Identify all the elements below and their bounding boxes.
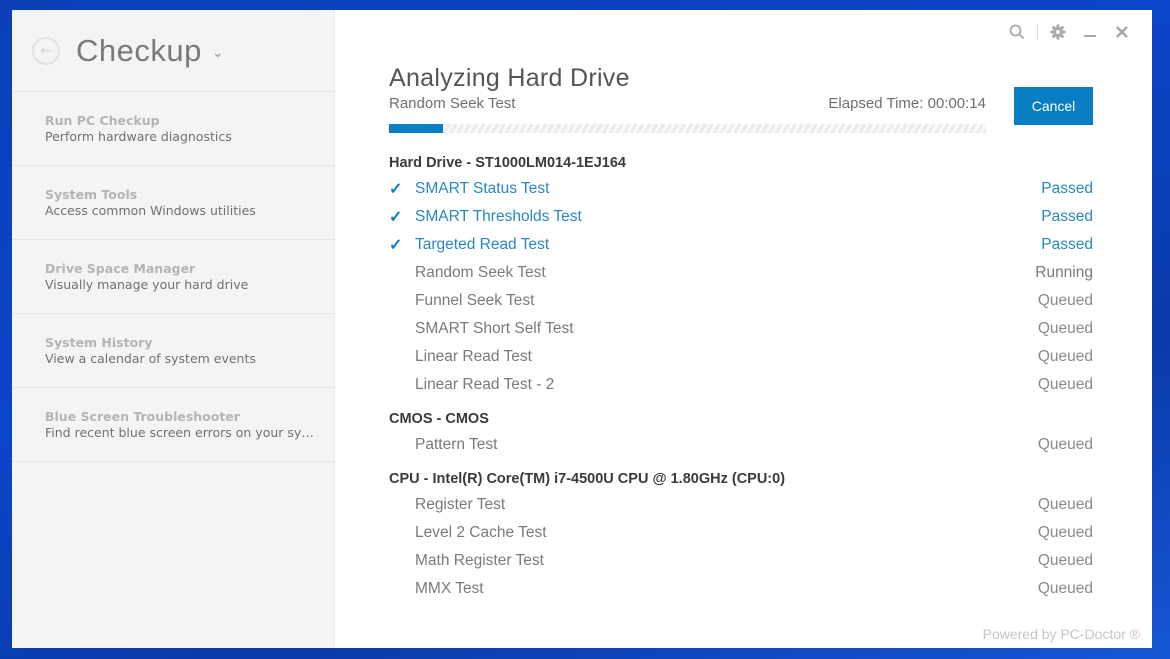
close-button[interactable] bbox=[1106, 20, 1138, 44]
main-panel: Analyzing Hard Drive Random Seek Test El… bbox=[335, 10, 1152, 648]
sidebar-item-title: Blue Screen Troubleshooter bbox=[45, 409, 240, 424]
settings-button[interactable] bbox=[1042, 20, 1074, 44]
group-title: CPU - Intel(R) Core(TM) i7-4500U CPU @ 1… bbox=[389, 471, 786, 487]
test-status: Passed bbox=[1041, 208, 1093, 225]
test-status: Passed bbox=[1041, 180, 1093, 197]
app-window: ← Checkup ⌄ Run PC Checkup Perform hardw… bbox=[12, 10, 1152, 648]
close-icon bbox=[1116, 26, 1128, 38]
window-controls bbox=[1001, 20, 1138, 44]
test-name: Level 2 Cache Test bbox=[415, 524, 547, 541]
test-row: ✓ Targeted Read Test Passed bbox=[389, 231, 1093, 259]
sidebar-header: ← Checkup ⌄ bbox=[12, 10, 334, 92]
test-groups: Hard Drive - ST1000LM014-1EJ164 ✓ SMART St… bbox=[389, 155, 1093, 603]
test-name: Random Seek Test bbox=[415, 264, 546, 281]
sidebar: ← Checkup ⌄ Run PC Checkup Perform hardw… bbox=[12, 10, 335, 648]
sidebar-item-blue-screen-troubleshooter[interactable]: Blue Screen Troubleshooter Find recent b… bbox=[12, 388, 334, 462]
test-status: Queued bbox=[1037, 524, 1093, 541]
test-name: Linear Read Test bbox=[415, 348, 532, 365]
cancel-button[interactable]: Cancel bbox=[1014, 87, 1093, 125]
sidebar-item-title: Drive Space Manager bbox=[45, 261, 196, 276]
test-status: Queued bbox=[1037, 292, 1093, 309]
test-status: Queued bbox=[1037, 580, 1093, 597]
chevron-down-icon[interactable]: ⌄ bbox=[212, 45, 224, 61]
powered-by: Powered by PC-Doctor ® bbox=[982, 626, 1140, 642]
elapsed-time: Elapsed Time: 00:00:14 bbox=[828, 95, 986, 112]
test-status: Running bbox=[1035, 264, 1093, 281]
progress-area: Random Seek Test Elapsed Time: 00:00:14 … bbox=[389, 87, 1093, 133]
sidebar-item-system-history[interactable]: System History View a calendar of system… bbox=[12, 314, 334, 388]
check-icon: ✓ bbox=[389, 237, 403, 254]
gear-icon bbox=[1050, 24, 1066, 40]
back-arrow-icon: ← bbox=[40, 42, 52, 59]
test-row: Funnel Seek Test Queued bbox=[389, 287, 1093, 315]
test-status: Queued bbox=[1037, 496, 1093, 513]
test-name: MMX Test bbox=[415, 580, 484, 597]
test-status: Queued bbox=[1037, 348, 1093, 365]
test-name: Targeted Read Test bbox=[415, 236, 550, 253]
minimize-icon bbox=[1084, 35, 1096, 37]
group-title: Hard Drive - ST1000LM014-1EJ164 bbox=[389, 155, 626, 171]
current-test-label: Random Seek Test bbox=[389, 95, 516, 112]
test-status: Queued bbox=[1037, 376, 1093, 393]
sidebar-item-drive-space-manager[interactable]: Drive Space Manager Visually manage your… bbox=[12, 240, 334, 314]
app-title[interactable]: Checkup bbox=[76, 33, 202, 69]
test-status: Passed bbox=[1041, 236, 1093, 253]
test-name: Linear Read Test - 2 bbox=[415, 376, 555, 393]
test-status: Queued bbox=[1037, 320, 1093, 337]
test-name: SMART Status Test bbox=[415, 180, 550, 197]
test-row: Register Test Queued bbox=[389, 491, 1093, 519]
test-row: Linear Read Test - 2 Queued bbox=[389, 371, 1093, 399]
search-button[interactable] bbox=[1001, 20, 1033, 44]
sidebar-item-title: System Tools bbox=[45, 187, 138, 202]
check-icon: ✓ bbox=[389, 181, 403, 198]
test-row: Math Register Test Queued bbox=[389, 547, 1093, 575]
test-status: Queued bbox=[1037, 436, 1093, 453]
test-status: Queued bbox=[1037, 552, 1093, 569]
test-row: Level 2 Cache Test Queued bbox=[389, 519, 1093, 547]
test-name: Funnel Seek Test bbox=[415, 292, 535, 309]
sidebar-item-desc: Visually manage your hard drive bbox=[45, 277, 249, 292]
sidebar-item-desc: Find recent blue screen errors on your s… bbox=[45, 425, 315, 440]
test-name: SMART Thresholds Test bbox=[415, 208, 582, 225]
test-row: SMART Short Self Test Queued bbox=[389, 315, 1093, 343]
sidebar-item-title: Run PC Checkup bbox=[45, 113, 160, 128]
test-name: Math Register Test bbox=[415, 552, 544, 569]
sidebar-item-title: System History bbox=[45, 335, 153, 350]
minimize-button[interactable] bbox=[1074, 20, 1106, 44]
test-name: SMART Short Self Test bbox=[415, 320, 574, 337]
sidebar-item-run-pc-checkup[interactable]: Run PC Checkup Perform hardware diagnost… bbox=[12, 92, 334, 166]
sidebar-item-desc: View a calendar of system events bbox=[45, 351, 256, 366]
sidebar-item-desc: Access common Windows utilities bbox=[45, 203, 256, 218]
group-title: CMOS - CMOS bbox=[389, 411, 489, 427]
toolbar-divider bbox=[1037, 23, 1038, 41]
back-button[interactable]: ← bbox=[32, 36, 60, 65]
progress-bar bbox=[389, 124, 986, 133]
test-name: Register Test bbox=[415, 496, 506, 513]
progress-fill bbox=[389, 124, 443, 133]
test-row: Linear Read Test Queued bbox=[389, 343, 1093, 371]
test-row: Random Seek Test Running bbox=[389, 259, 1093, 287]
test-row: Pattern Test Queued bbox=[389, 431, 1093, 459]
search-icon bbox=[1009, 24, 1025, 40]
test-row: ✓ SMART Status Test Passed bbox=[389, 175, 1093, 203]
sidebar-item-desc: Perform hardware diagnostics bbox=[45, 129, 232, 144]
page-title: Analyzing Hard Drive bbox=[389, 64, 630, 92]
test-name: Pattern Test bbox=[415, 436, 498, 453]
test-row: ✓ SMART Thresholds Test Passed bbox=[389, 203, 1093, 231]
sidebar-item-system-tools[interactable]: System Tools Access common Windows utili… bbox=[12, 166, 334, 240]
check-icon: ✓ bbox=[389, 209, 403, 226]
test-row: MMX Test Queued bbox=[389, 575, 1093, 603]
